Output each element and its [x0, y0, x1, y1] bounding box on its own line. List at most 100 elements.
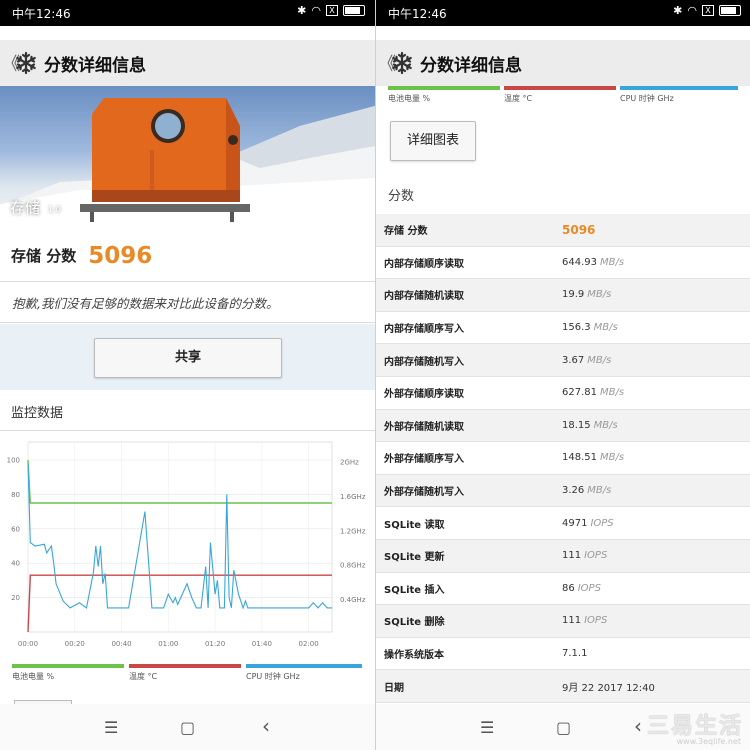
row-key: SQLite 插入	[384, 584, 445, 596]
y-right-tick-label: 0.4GHz	[340, 596, 366, 604]
row-unit: MB/s	[600, 452, 625, 464]
wifi-icon: ◠	[687, 4, 697, 17]
back-chevron-icon[interactable]: 《	[378, 50, 396, 76]
y-tick-label: 80	[11, 491, 20, 499]
table-row: SQLite 更新 111 IOPS	[376, 539, 750, 573]
watermark-logo: 三易生活 www.3eqlife.net	[647, 708, 747, 746]
hero-label: 存储	[10, 199, 41, 217]
hero-image: 存储 1.0	[0, 86, 375, 230]
status-bar: 中午12:46 ✱ ◠ X	[0, 0, 375, 26]
row-value: 5096	[562, 222, 596, 237]
legend-cpu-label-right: CPU 时钟 GHz	[620, 94, 674, 103]
row-value: 156.3	[562, 322, 591, 334]
share-button[interactable]: 共享	[94, 338, 282, 378]
snowflake-icon	[16, 51, 36, 75]
x-tick-label: 02:00	[299, 640, 319, 648]
row-value: 627.81	[562, 387, 597, 399]
row-unit: MB/s	[593, 322, 618, 334]
back-icon[interactable]: ‹	[262, 714, 270, 738]
table-row: 外部存储随机读取 18.15 MB/s	[376, 409, 750, 443]
legend-battery-label: 电池电量 %	[12, 672, 55, 681]
legend-temperature: 温度 °C	[129, 664, 241, 684]
scores-section-title: 分数	[388, 189, 415, 204]
status-icons: ✱ ◠ X	[297, 4, 365, 17]
battery-icon	[719, 5, 741, 16]
row-value: 148.51	[562, 452, 597, 464]
back-icon[interactable]: ‹	[634, 714, 642, 738]
row-key: 外部存储随机读取	[384, 421, 464, 433]
row-value: 19.9	[562, 289, 585, 301]
row-unit: MB/s	[600, 256, 625, 268]
row-unit: IOPS	[577, 582, 601, 594]
row-value: 4971	[562, 517, 588, 529]
watermark-text: 三易生活	[647, 714, 744, 739]
legend-cpu: CPU 时钟 GHz	[246, 664, 362, 684]
table-row: 外部存储顺序读取 627.81 MB/s	[376, 376, 750, 410]
bluetooth-icon: ✱	[297, 4, 307, 17]
row-key: 日期	[384, 682, 404, 694]
menu-icon[interactable]: ☰	[480, 718, 494, 737]
row-key: 内部存储随机写入	[384, 356, 464, 368]
status-time: 中午12:46	[12, 7, 71, 21]
x-tick-label: 00:20	[65, 640, 85, 648]
row-value: 9月 22 2017 12:40	[562, 682, 655, 694]
score-value: 5096	[88, 242, 153, 269]
legend-battery-swatch-right	[388, 86, 500, 90]
table-row: 外部存储顺序写入 148.51 MB/s	[376, 442, 750, 475]
right-screen: 中午12:46 ✱ ◠ X 《 分数详细信息 电池电量 % 温度 °C CPU …	[376, 0, 750, 750]
menu-icon[interactable]: ☰	[104, 718, 118, 737]
y-tick-label: 20	[11, 594, 20, 602]
row-key: 内部存储顺序读取	[384, 258, 464, 270]
x-tick-label: 01:20	[205, 640, 225, 648]
plot-border	[27, 441, 333, 633]
table-row: 存储 分数 5096	[376, 214, 750, 247]
monitor-chart: 20 40 60 80 100 0.4GHz 0.8GHz 1.2GHz 1.6GHz 2GHz 0…	[0, 432, 375, 664]
row-value: 7.1.1	[562, 648, 588, 660]
legend-temperature-label-right: 温度 °C	[504, 94, 533, 103]
table-row: SQLite 删除 111 IOPS	[376, 605, 750, 638]
hero-version: 1.0	[48, 205, 61, 214]
row-unit: IOPS	[584, 550, 608, 562]
legend-temperature-swatch-right	[504, 86, 616, 90]
row-unit: MB/s	[587, 289, 612, 301]
table-row: 日期 9月 22 2017 12:40	[376, 670, 750, 703]
row-key: 外部存储顺序读取	[384, 389, 464, 401]
legend-cpu-right: CPU 时钟 GHz	[620, 86, 738, 106]
x-box-icon: X	[326, 5, 338, 16]
x-box-icon: X	[702, 5, 714, 16]
row-unit: IOPS	[590, 517, 614, 529]
battery-icon	[343, 5, 365, 16]
y-right-tick-label: 1.6GHz	[340, 493, 366, 501]
app-bar-right: 《 分数详细信息	[376, 40, 750, 86]
score-table: 存储 分数 5096 内部存储顺序读取 644.93 MB/s 内部存储随机读取 19.9 M…	[376, 214, 750, 703]
table-row: SQLite 读取 4971 IOPS	[376, 507, 750, 540]
y-tick-label: 100	[7, 457, 20, 465]
wifi-icon: ◠	[311, 4, 321, 17]
legend-temperature-label: 温度 °C	[129, 672, 158, 681]
home-icon[interactable]: ▢	[180, 718, 195, 737]
home-icon[interactable]: ▢	[556, 718, 571, 737]
table-row: 内部存储顺序写入 156.3 MB/s	[376, 311, 750, 345]
x-tick-label: 01:40	[252, 640, 272, 648]
row-unit: MB/s	[587, 485, 612, 497]
row-key: 操作系统版本	[384, 650, 444, 662]
score-label: 存储 分数	[11, 247, 77, 265]
row-key: SQLite 读取	[384, 519, 445, 531]
legend-row-right: 电池电量 % 温度 °C CPU 时钟 GHz	[376, 86, 750, 104]
detail-chart-button[interactable]: 详细图表	[390, 121, 476, 161]
row-unit: IOPS	[584, 615, 608, 627]
row-key: SQLite 更新	[384, 552, 445, 564]
bluetooth-icon: ✱	[673, 4, 683, 17]
y-tick-label: 60	[11, 525, 20, 533]
legend-temperature-right: 温度 °C	[504, 86, 616, 106]
back-chevron-icon[interactable]: 《	[2, 50, 20, 76]
legend-cpu-label: CPU 时钟 GHz	[246, 672, 300, 681]
legend-cpu-swatch-right	[620, 86, 738, 90]
row-value: 3.26	[562, 485, 585, 497]
row-unit: MB/s	[587, 354, 612, 366]
left-screen: 中午12:46 ✱ ◠ X 《 分数详细信息 存储 1.0 存储 分数 5096…	[0, 0, 375, 750]
comparison-notice: 抱歉,我们没有足够的数据来对比此设备的分数。	[0, 283, 375, 323]
nav-bar: ☰ ▢ ‹	[0, 704, 375, 750]
row-value: 86	[562, 582, 575, 594]
monitor-chart-svg: 20 40 60 80 100 0.4GHz 0.8GHz 1.2GHz 1.6GHz 2GHz 0…	[7, 441, 366, 648]
